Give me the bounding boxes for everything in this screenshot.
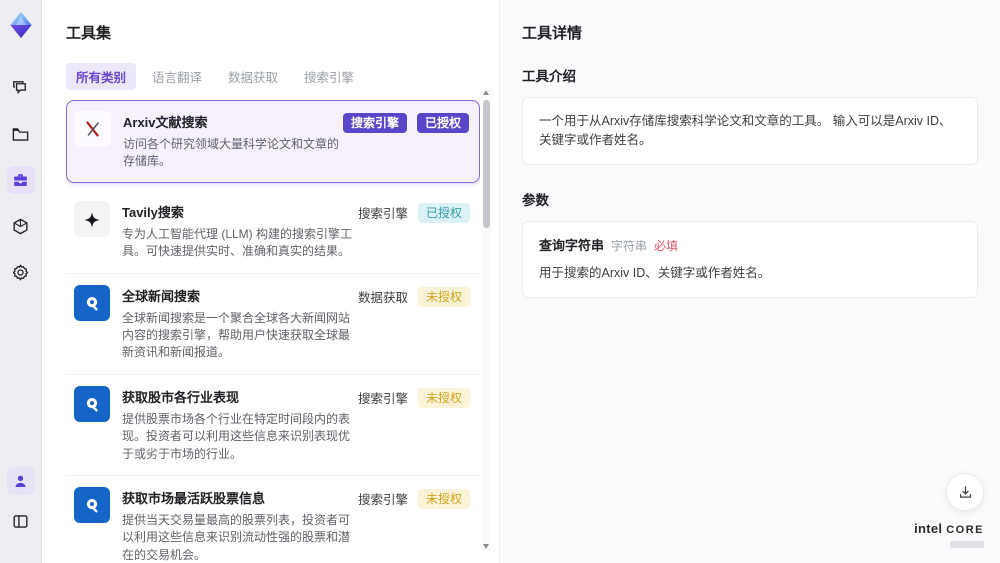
tool-name: Arxiv文献搜索	[123, 115, 208, 130]
tool-meta: 搜索引擎 未授权	[358, 386, 470, 408]
blue-search-app-icon	[74, 385, 110, 422]
intro-text: 一个用于从Arxiv存储库搜索科学论文和文章的工具。 输入可以是Arxiv ID…	[539, 114, 952, 147]
status-badge: 已授权	[416, 113, 469, 133]
gem-logo	[6, 10, 36, 40]
left-icon-rail	[0, 0, 42, 563]
param-name: 查询字符串	[539, 237, 605, 253]
blue-search-app-icon	[74, 284, 110, 321]
download-icon	[959, 485, 971, 498]
param-description: 用于搜索的Arxiv ID、关键字或作者姓名。	[539, 266, 771, 280]
category-tabs: 所有类别 语言翻译 数据获取 搜索引擎	[66, 63, 475, 90]
tool-text: Tavily搜索 专为人工智能代理 (LLM) 构建的搜索引擎工具。可快速提供实…	[122, 201, 358, 261]
category-badge: 搜索引擎	[342, 113, 407, 133]
user-icon[interactable]	[6, 467, 35, 495]
tool-meta: 搜索引擎 已授权	[342, 111, 469, 133]
tool-detail-panel: 工具详情 工具介绍 一个用于从Arxiv存储库搜索科学论文和文章的工具。 输入可…	[500, 0, 1000, 563]
tool-item-sector-performance[interactable]: 获取股市各行业表现 提供股票市场各个行业在特定时间段内的表现。投资者可以利用这些…	[66, 374, 480, 476]
tab-language-translation[interactable]: 语言翻译	[142, 63, 212, 90]
tool-description: 访问各个研究领域大量科学论文和文章的存储库。	[123, 137, 340, 169]
intel-brand-text: intel	[914, 521, 943, 537]
tool-text: 获取市场最活跃股票信息 提供当天交易量最高的股票列表，投资者可以利用这些信息来识…	[122, 487, 358, 563]
tool-item-arxiv[interactable]: Arxiv文献搜索 访问各个研究领域大量科学论文和文章的存储库。 搜索引擎 已授…	[66, 100, 480, 183]
tool-description: 提供当天交易量最高的股票列表，投资者可以利用这些信息来识别流动性强的股票和潜在的…	[122, 512, 351, 562]
tool-name: Tavily搜索	[122, 204, 184, 220]
tool-item-active-stocks[interactable]: 获取市场最活跃股票信息 提供当天交易量最高的股票列表，投资者可以利用这些信息来识…	[66, 475, 480, 563]
tool-list-panel: 工具集 所有类别 语言翻译 数据获取 搜索引擎 Arxiv文献搜索 访问各个研究…	[42, 0, 500, 563]
intel-core-logo: intel CORE	[914, 522, 984, 551]
param-card: 查询字符串 字符串 必填 用于搜索的Arxiv ID、关键字或作者姓名。	[522, 220, 978, 298]
tool-list: Arxiv文献搜索 访问各个研究领域大量科学论文和文章的存储库。 搜索引擎 已授…	[66, 100, 480, 563]
tool-meta: 数据获取 未授权	[358, 285, 470, 307]
tool-text: 获取股市各行业表现 提供股票市场各个行业在特定时间段内的表现。投资者可以利用这些…	[122, 386, 358, 463]
tool-meta: 搜索引擎 未授权	[358, 487, 470, 509]
tool-description: 全球新闻搜索是一个聚合全球各大新闻网站内容的搜索引擎，帮助用户快速获取全球最新资…	[122, 310, 351, 360]
category-label: 搜索引擎	[357, 207, 408, 222]
intro-section-title: 工具介绍	[522, 69, 576, 84]
category-label: 搜索引擎	[357, 493, 408, 508]
tool-item-tavily[interactable]: Tavily搜索 专为人工智能代理 (LLM) 构建的搜索引擎工具。可快速提供实…	[66, 189, 480, 274]
scroll-down-icon[interactable]	[483, 544, 489, 549]
cube-icon[interactable]	[7, 212, 35, 240]
intro-card: 一个用于从Arxiv存储库搜索科学论文和文章的工具。 输入可以是Arxiv ID…	[522, 97, 978, 165]
scrollbar-thumb[interactable]	[483, 100, 490, 228]
gear-icon[interactable]	[7, 258, 35, 286]
status-badge: 已授权	[417, 202, 470, 223]
tool-text: Arxiv文献搜索 访问各个研究领域大量科学论文和文章的存储库。	[123, 111, 343, 171]
core-brand-text: CORE	[946, 524, 984, 537]
category-label: 搜索引擎	[357, 392, 408, 407]
page-title: 工具集	[66, 25, 112, 42]
tool-name: 全球新闻搜索	[122, 288, 201, 304]
arxiv-logo-icon	[75, 111, 111, 147]
panel-toggle-icon[interactable]	[7, 507, 35, 535]
detail-title: 工具详情	[522, 25, 583, 42]
tab-data-acquisition[interactable]: 数据获取	[218, 63, 288, 90]
tavily-sparkle-icon	[74, 200, 110, 237]
app-window: 工具集 所有类别 语言翻译 数据获取 搜索引擎 Arxiv文献搜索 访问各个研究…	[0, 0, 1000, 563]
tool-description: 专为人工智能代理 (LLM) 构建的搜索引擎工具。可快速提供实时、准确和真实的结…	[122, 226, 353, 259]
download-button[interactable]	[946, 473, 984, 511]
toolbox-icon[interactable]	[6, 166, 35, 194]
status-badge: 未授权	[417, 387, 470, 408]
tab-all-categories[interactable]: 所有类别	[66, 63, 137, 90]
scroll-up-icon[interactable]	[483, 90, 489, 95]
tool-text: 全球新闻搜索 全球新闻搜索是一个聚合全球各大新闻网站内容的搜索引擎，帮助用户快速…	[122, 285, 358, 362]
param-required-badge: 必填	[654, 238, 679, 253]
tool-name: 获取股市各行业表现	[122, 389, 240, 405]
tool-item-global-news[interactable]: 全球新闻搜索 全球新闻搜索是一个聚合全球各大新闻网站内容的搜索引擎，帮助用户快速…	[66, 273, 480, 375]
tool-name: 获取市场最活跃股票信息	[122, 490, 266, 506]
tab-search-engine[interactable]: 搜索引擎	[294, 63, 364, 90]
status-badge: 未授权	[417, 286, 470, 307]
blue-search-app-icon	[74, 486, 110, 523]
scrollbar[interactable]	[482, 88, 491, 551]
param-header: 查询字符串 字符串 必填	[539, 236, 961, 256]
tool-meta: 搜索引擎 已授权	[358, 201, 470, 223]
intel-ultra-mark	[950, 540, 984, 548]
param-type: 字符串	[611, 238, 648, 253]
tool-description: 提供股票市场各个行业在特定时间段内的表现。投资者可以利用这些信息来识别表现优于或…	[122, 411, 351, 461]
category-label: 数据获取	[357, 291, 408, 306]
chat-icon[interactable]	[7, 74, 35, 102]
folder-icon[interactable]	[7, 120, 35, 148]
params-section-title: 参数	[522, 192, 549, 208]
status-badge: 未授权	[417, 488, 470, 509]
